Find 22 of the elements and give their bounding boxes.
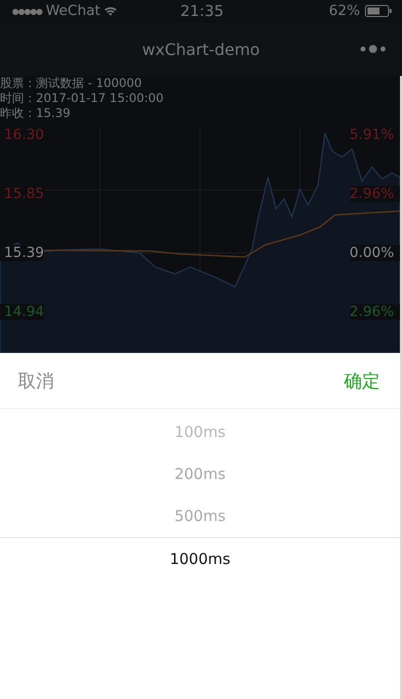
- picker-option[interactable]: 200ms: [0, 453, 400, 495]
- signal-strength: ●●●●●: [12, 6, 42, 16]
- confirm-button[interactable]: 确定: [344, 368, 380, 392]
- info-line: 昨收：15.39: [0, 106, 72, 121]
- info-line: 股票：测试数据 - 100000: [0, 76, 143, 91]
- clock-time: 21:35: [179, 2, 225, 20]
- carrier-name: WeChat: [46, 3, 100, 19]
- cancel-button[interactable]: 取消: [18, 368, 54, 392]
- price-label: 15.39: [0, 245, 44, 261]
- page-title: wxChart-demo: [142, 40, 260, 58]
- percent-label: 0.00%: [350, 245, 400, 261]
- more-icon[interactable]: [360, 45, 386, 53]
- percent-label: 2.96%: [350, 186, 400, 202]
- wifi-icon: [104, 6, 118, 16]
- picker-option[interactable]: 500ms: [0, 495, 400, 537]
- info-line: 时间：2017-01-17 15:00:00: [0, 91, 164, 106]
- battery-percent: 62%: [328, 3, 360, 19]
- picker-option[interactable]: 100ms: [0, 411, 400, 453]
- picker-option[interactable]: 1000ms: [0, 537, 400, 580]
- percent-label: 2.96%: [350, 304, 400, 320]
- price-label: 14.94: [0, 304, 44, 320]
- battery-icon: [365, 5, 392, 17]
